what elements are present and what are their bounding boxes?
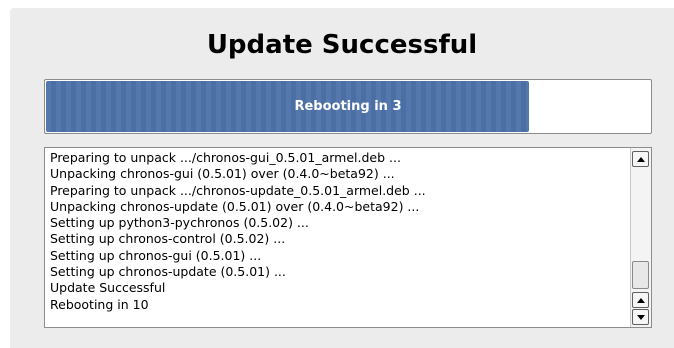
- log-line: Setting up chronos-update (0.5.01) ...: [50, 264, 286, 280]
- log-line: Preparing to unpack .../chronos-gui_0.5.…: [50, 150, 401, 165]
- log-line: Unpacking chronos-gui (0.5.01) over (0.4…: [50, 166, 395, 182]
- arrow-up-icon: [636, 297, 645, 303]
- log-line: Update Successful: [50, 280, 166, 296]
- log-scrollbar[interactable]: [630, 148, 651, 327]
- scroll-down-button[interactable]: [632, 309, 649, 325]
- arrow-up-icon: [636, 156, 645, 162]
- log-lines: Preparing to unpack .../chronos-gui_0.5.…: [50, 150, 426, 313]
- scroll-up-button-lower[interactable]: [632, 292, 649, 308]
- log-line: Setting up chronos-gui (0.5.01) ...: [50, 247, 262, 263]
- update-dialog: Update Successful Rebooting in 3 Prepari…: [10, 8, 674, 348]
- arrow-down-icon: [636, 314, 645, 320]
- log-line: Rebooting in 10: [50, 296, 149, 312]
- log-line: Unpacking chronos-update (0.5.01) over (…: [50, 198, 420, 214]
- scroll-thumb[interactable]: [632, 261, 649, 289]
- scroll-up-button[interactable]: [632, 151, 649, 167]
- dialog-title: Update Successful: [206, 30, 478, 60]
- log-line: Setting up python3-pychronos (0.5.02) ..…: [50, 215, 309, 231]
- log-line: Preparing to unpack .../chronos-update_0…: [50, 182, 426, 198]
- reboot-progress-bar: Rebooting in 3: [44, 79, 652, 134]
- log-line: Setting up chronos-control (0.5.02) ...: [50, 231, 286, 247]
- progress-label: Rebooting in 3: [294, 99, 402, 114]
- update-log-textbox[interactable]: Preparing to unpack .../chronos-gui_0.5.…: [44, 147, 652, 328]
